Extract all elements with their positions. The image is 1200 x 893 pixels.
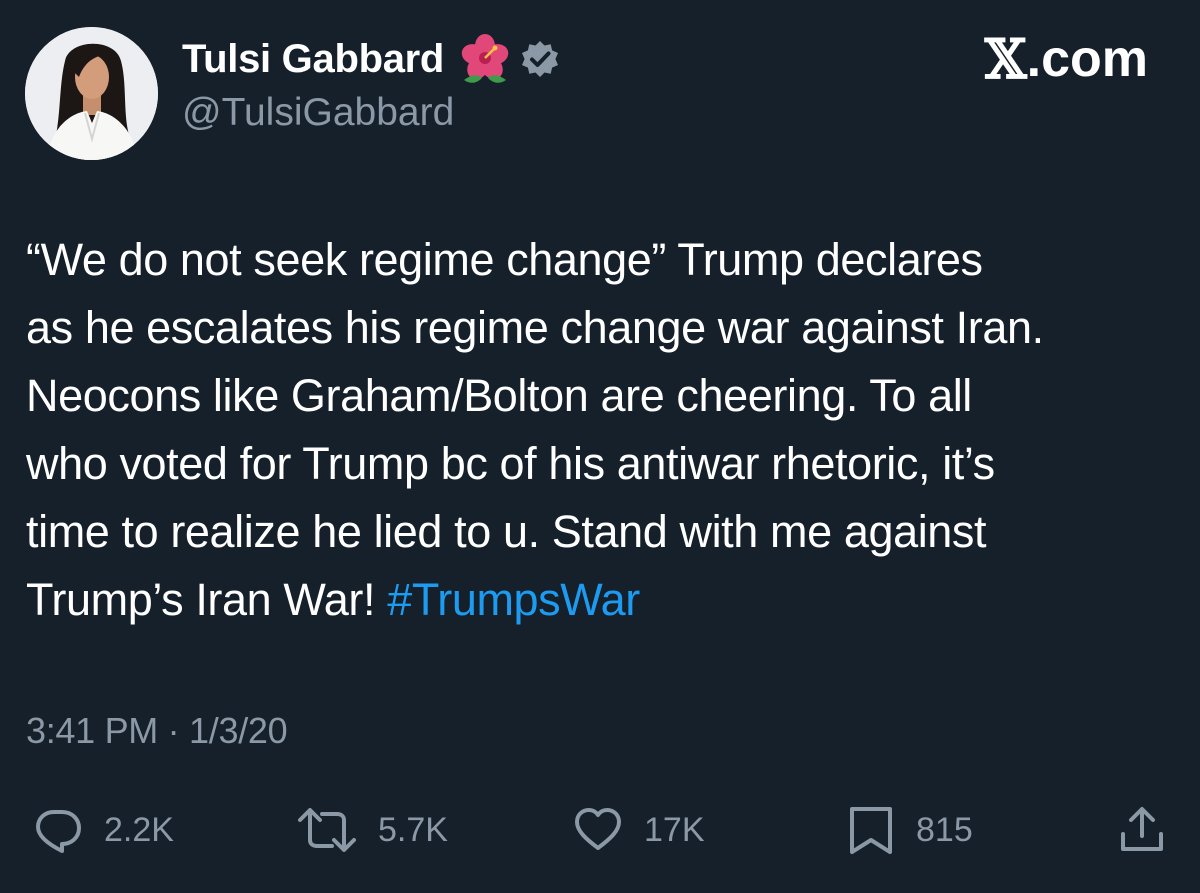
bookmark-count: 815: [916, 810, 973, 849]
action-bar: 2.2K 5.7K 17K 815: [0, 800, 1200, 860]
avatar[interactable]: [25, 27, 158, 160]
like-button[interactable]: 17K: [572, 800, 705, 860]
tweet-body: “We do not seek regime change” Trump dec…: [26, 234, 1044, 625]
x-com-brand: 𝕏 .com: [985, 28, 1148, 90]
handle[interactable]: @TulsiGabbard: [182, 88, 454, 138]
heart-icon: [572, 804, 624, 856]
author-name-row: Tulsi Gabbard: [182, 30, 560, 88]
share-button[interactable]: [1117, 800, 1167, 860]
bookmark-icon: [846, 804, 896, 856]
reply-count: 2.2K: [104, 810, 174, 849]
verified-badge-icon[interactable]: [520, 39, 560, 79]
reply-button[interactable]: 2.2K: [32, 800, 174, 860]
tweet-timestamp[interactable]: 3:41 PM · 1/3/20: [26, 704, 288, 758]
like-count: 17K: [644, 810, 705, 849]
retweet-button[interactable]: 5.7K: [296, 800, 448, 860]
avatar-photo: [25, 27, 158, 160]
hibiscus-icon: [456, 30, 514, 88]
bookmark-button[interactable]: 815: [846, 800, 973, 860]
share-icon: [1117, 804, 1167, 856]
retweet-icon: [296, 804, 358, 856]
display-name[interactable]: Tulsi Gabbard: [182, 30, 444, 88]
retweet-count: 5.7K: [378, 810, 448, 849]
reply-icon: [32, 804, 84, 856]
tweet-text: “We do not seek regime change” Trump dec…: [26, 226, 1186, 634]
x-logo-icon: 𝕏: [984, 27, 1027, 91]
brand-suffix: .com: [1026, 30, 1148, 88]
hashtag-link[interactable]: #TrumpsWar: [387, 574, 640, 625]
